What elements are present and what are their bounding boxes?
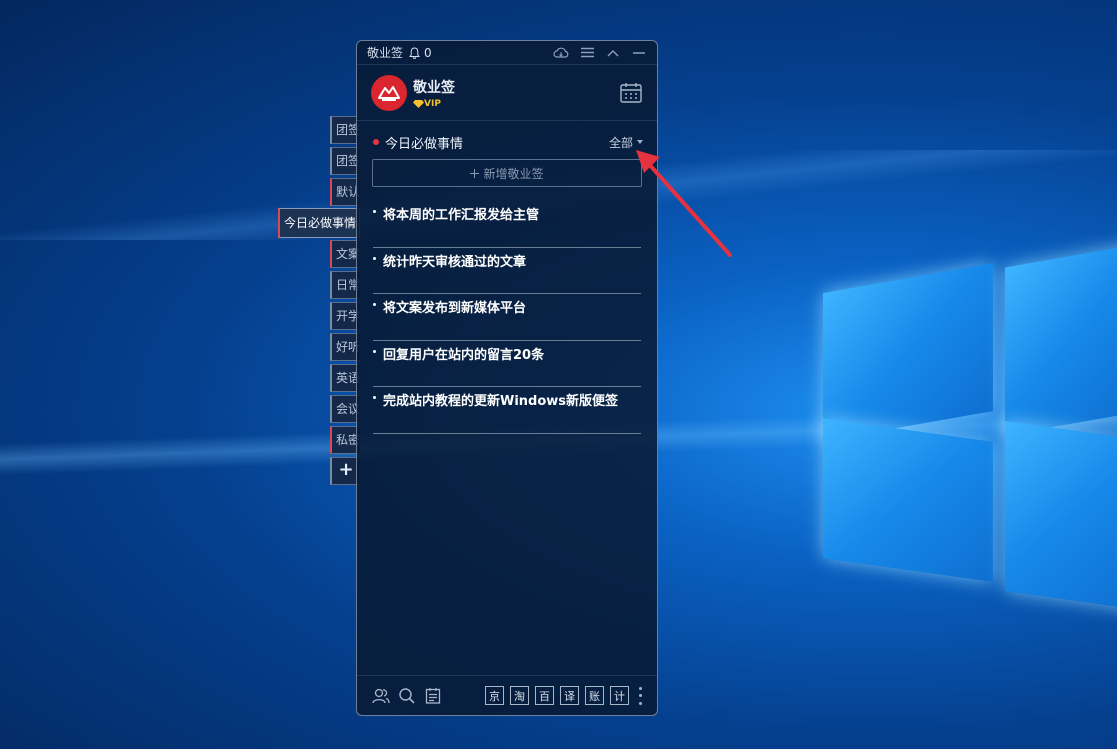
windows-logo-pane (1005, 244, 1117, 436)
translate-shortcut-button[interactable]: 译 (560, 686, 579, 705)
more-vertical-icon[interactable] (637, 686, 643, 705)
filter-dropdown[interactable]: 全部 (609, 134, 643, 151)
vip-badge[interactable]: VIP (413, 99, 455, 109)
list-item[interactable]: 回复用户在站内的留言20条 (373, 341, 641, 387)
windows-logo-pane (823, 418, 993, 582)
add-note-label: 新增敬业签 (483, 166, 544, 181)
jd-shortcut-button[interactable]: 京 (485, 686, 504, 705)
list-item[interactable]: 将本周的工作汇报发给主管 (373, 201, 641, 248)
avatar-logo-icon[interactable] (371, 74, 407, 111)
diamond-icon (413, 100, 424, 108)
status-dot (373, 139, 379, 145)
task-text: 统计昨天审核通过的文章 (383, 254, 527, 270)
add-note-button[interactable]: 新增敬业签 (372, 159, 642, 187)
task-text: 将文案发布到新媒体平台 (383, 301, 527, 316)
list-item[interactable]: 将文案发布到新媒体平台 (373, 294, 641, 341)
task-text: 将本周的工作汇报发给主管 (383, 208, 540, 223)
bullet-icon (373, 396, 376, 399)
team-icon[interactable] (371, 686, 391, 706)
calendar-icon[interactable] (619, 81, 643, 105)
windows-logo-pane (823, 263, 993, 441)
minimize-icon[interactable] (631, 45, 647, 61)
section-header: 今日必做事情 全部 (357, 131, 657, 153)
list-item[interactable]: 完成站内教程的更新Windows新版便签 (373, 387, 641, 434)
side-tab-today-must-do[interactable]: 今日必做事情 (278, 208, 360, 238)
app-name: 敬业签 (413, 79, 455, 96)
bullet-icon (373, 210, 376, 213)
bottom-toolbar: 京 淘 百 译 账 计 (357, 675, 657, 715)
task-list: 将本周的工作汇报发给主管 统计昨天审核通过的文章 将文案发布到新媒体平台 回复用… (357, 201, 657, 434)
calculator-shortcut-button[interactable]: 计 (610, 686, 629, 705)
bullet-icon (373, 349, 376, 353)
search-icon[interactable] (397, 686, 417, 706)
window-title: 敬业签 (367, 46, 404, 60)
plus-icon (470, 168, 480, 178)
titlebar: 敬业签 0 (357, 41, 657, 65)
task-text: 回复用户在站内的留言20条 (383, 347, 545, 363)
task-text: 完成站内教程的更新Windows新版便签 (383, 394, 619, 409)
notification-count: 0 (424, 45, 432, 60)
account-shortcut-button[interactable]: 账 (585, 686, 604, 705)
collapse-icon[interactable] (605, 45, 621, 61)
header: 敬业签 VIP (357, 65, 657, 121)
menu-icon[interactable] (579, 45, 595, 61)
chevron-down-icon (637, 140, 643, 144)
notes-icon[interactable] (423, 686, 443, 706)
section-title: 今日必做事情 (385, 136, 464, 152)
list-item[interactable]: 统计昨天审核通过的文章 (373, 248, 641, 294)
bell-icon[interactable] (408, 46, 421, 59)
vip-label: VIP (424, 98, 441, 109)
taobao-shortcut-button[interactable]: 淘 (510, 686, 529, 705)
sticky-notes-window: 敬业签 0 敬业签 VIP 今日必做事情 全部 新增敬业签 将本周的工作汇报发给… (356, 40, 658, 716)
bullet-icon (373, 256, 376, 260)
cloud-sync-icon[interactable] (553, 45, 569, 61)
filter-label: 全部 (608, 135, 633, 150)
bullet-icon (373, 303, 376, 306)
windows-logo (815, 230, 1117, 610)
baidu-shortcut-button[interactable]: 百 (535, 686, 554, 705)
windows-logo-pane (1005, 420, 1117, 610)
